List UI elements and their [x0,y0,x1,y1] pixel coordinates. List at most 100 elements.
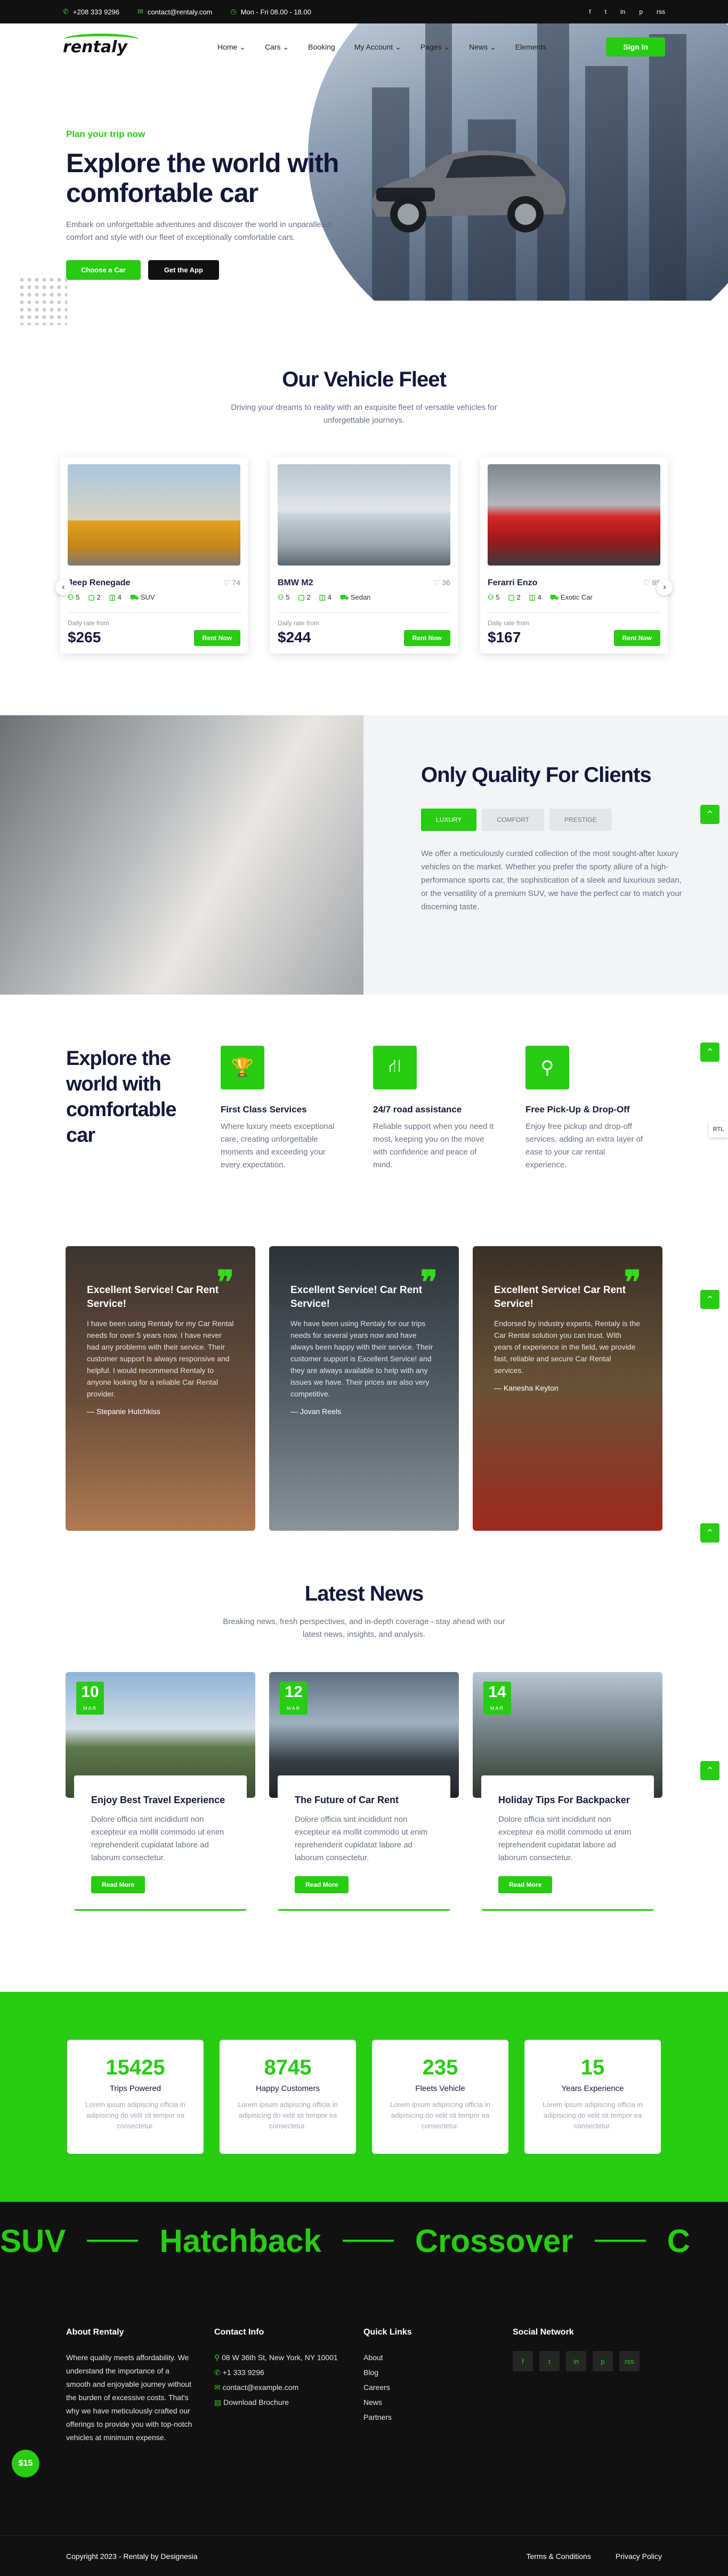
pinterest-icon[interactable]: p [639,8,643,15]
privacy-link[interactable]: Privacy Policy [616,2552,662,2561]
rss-icon[interactable]: rss [619,2351,640,2371]
rss-icon[interactable]: rss [657,8,665,15]
logo[interactable]: rentaly [63,33,169,56]
read-more-button[interactable]: Read More [295,1876,349,1893]
email-item[interactable]: ✉ contact@example.com [214,2381,363,2394]
next-arrow-icon[interactable]: › [657,579,673,595]
main-header: rentaly Home ⌄ Cars ⌄ Booking My Account… [0,23,728,70]
email-info[interactable]: ✉ contact@rentaly.com [137,7,212,16]
date-badge: 10 MAR [76,1682,104,1715]
rate-label: Daily rate from [488,619,530,627]
read-more-button[interactable]: Read More [498,1876,553,1893]
file-icon: ▤ [214,2398,222,2407]
fleet-subtitle: Driving your dreams to reality with an e… [231,403,497,425]
hero-title: Explore the world with comfortable car [66,148,339,208]
bags-spec: ▢ 2 [88,593,101,601]
prev-arrow-icon[interactable]: ‹ [55,579,71,595]
hours-info: ◷ Mon - Fri 08.00 - 18.00 [230,7,311,16]
car-card: BMW M2 ♡ 36 ⚇ 5 ▢ 2 ◫ 4 ⛟ Sedan Daily rate f… [270,457,458,653]
type-spec: ⛟ SUV [130,593,155,601]
scroll-up-icon[interactable]: ⌃ [700,1523,719,1543]
quality-title: Only Quality For Clients [421,763,652,787]
marquee-item: SUV [0,2223,66,2259]
nav-news[interactable]: News ⌄ [469,43,496,52]
trophy-icon: 🏆 [221,1046,264,1089]
fleet-title: Our Vehicle Fleet [282,368,447,391]
scroll-up-icon[interactable]: ⌃ [700,1761,719,1780]
scroll-up-icon[interactable]: ⌃ [700,1290,719,1309]
tab-comfort[interactable]: COMFORT [482,809,544,831]
car-card: Ferarri Enzo ♡ 85 ⚇ 5 ▢ 2 ◫ 4 ⛟ Exotic Car D… [480,457,668,653]
mail-icon: ✉ [214,2383,221,2392]
get-app-button[interactable]: Get the App [148,260,219,280]
nav-my-account[interactable]: My Account ⌄ [354,43,401,52]
rent-now-button[interactable]: Rent Now [613,630,660,646]
scroll-up-icon[interactable]: ⌃ [700,1043,719,1062]
facebook-icon[interactable]: f [513,2351,533,2371]
heart-icon[interactable]: ♡ 36 [433,578,450,588]
footer-link-blog[interactable]: Blog [363,2366,513,2379]
tab-luxury[interactable]: LUXURY [421,809,477,831]
seats-spec: ⚇ 5 [68,593,80,601]
hero-text: Embark on unforgettable adventures and d… [66,220,332,242]
testimonial-card: ❞ Excellent Service! Car Rent Service! W… [269,1246,459,1531]
twitter-icon[interactable]: t [539,2351,560,2371]
rtl-toggle[interactable]: RTL [709,1121,728,1137]
hero-kicker: Plan your trip now [66,129,145,139]
nav-elements[interactable]: Elements [515,43,546,52]
services-section: Explore the world with comfortable car 🏆… [0,995,728,1172]
linkedin-icon[interactable]: in [620,8,625,15]
car-card: Jeep Renegade ♡ 74 ⚇ 5 ▢ 2 ◫ 4 ⛟ SUV Daily r… [60,457,248,653]
rent-now-button[interactable]: Rent Now [193,630,240,646]
nav-booking[interactable]: Booking [308,43,335,52]
road-icon: ⛙ [373,1046,417,1089]
phone-info[interactable]: ✆ +208 333 9296 [63,7,119,16]
price-badge[interactable]: $15 [12,2450,39,2477]
brochure-link[interactable]: ▤ Download Brochure [214,2396,363,2409]
copyright: Copyright 2023 - Rentaly by Designesia [66,2551,198,2561]
footer-link-about[interactable]: About [363,2351,513,2364]
testimonial-card: ❞ Excellent Service! Car Rent Service! I… [66,1246,255,1531]
read-more-button[interactable]: Read More [91,1876,145,1893]
mail-icon: ✉ [137,7,143,15]
date-badge: 14 MAR [483,1682,511,1715]
phone-item[interactable]: ✆ +1 333 9296 [214,2366,363,2379]
stat-box: 235 Fleets Vehicle Lorem ipsum adipiscing … [372,2040,508,2154]
footer-link-careers[interactable]: Careers [363,2381,513,2394]
doors-spec: ◫ 4 [319,593,331,601]
footer-link-partners[interactable]: Partners [363,2411,513,2424]
linkedin-icon[interactable]: in [566,2351,586,2371]
twitter-icon[interactable]: t [605,8,606,15]
fleet-section: Our Vehicle Fleet Driving your dreams to… [0,301,728,653]
type-spec: ⛟ Sedan [339,593,371,601]
pinterest-icon[interactable]: p [593,2351,613,2371]
terms-link[interactable]: Terms & Conditions [526,2552,591,2561]
bags-spec: ▢ 2 [508,593,521,601]
nav-pages[interactable]: Pages ⌄ [420,43,450,52]
nav-home[interactable]: Home ⌄ [217,43,246,52]
site-footer: About Rentaly Where quality meets afford… [0,2280,728,2576]
contact-title: Contact Info [214,2328,264,2337]
car-photo [68,464,240,566]
footer-link-news[interactable]: News [363,2396,513,2409]
car-image [371,150,566,232]
choose-car-button[interactable]: Choose a Car [66,260,141,280]
scroll-up-icon[interactable]: ⌃ [700,805,719,824]
service-item: ⛙ 24/7 road assistance Reliable support wh… [373,1046,494,1172]
service-item: 🏆 First Class Services Where luxury meets … [221,1046,341,1172]
rent-now-button[interactable]: Rent Now [403,630,450,646]
date-badge: 12 MAR [280,1682,308,1715]
car-price: $265 [68,629,101,645]
seats-spec: ⚇ 5 [278,593,290,601]
clock-icon: ◷ [230,7,237,15]
testimonial-card: ❞ Excellent Service! Car Rent Service! E… [473,1246,662,1531]
sign-in-button[interactable]: Sign In [606,37,665,56]
quality-text: We offer a meticulously curated collecti… [421,849,682,911]
facebook-icon[interactable]: f [589,8,591,15]
nav-cars[interactable]: Cars ⌄ [265,43,289,52]
quick-links-title: Quick Links [363,2328,412,2337]
heart-icon[interactable]: ♡ 74 [223,578,240,588]
news-card: 10 MAR Enjoy Best Travel Experience Dolore… [66,1672,255,1911]
map-pin-icon: ⚲ [525,1046,569,1089]
tab-prestige[interactable]: PRESTIGE [549,809,612,831]
